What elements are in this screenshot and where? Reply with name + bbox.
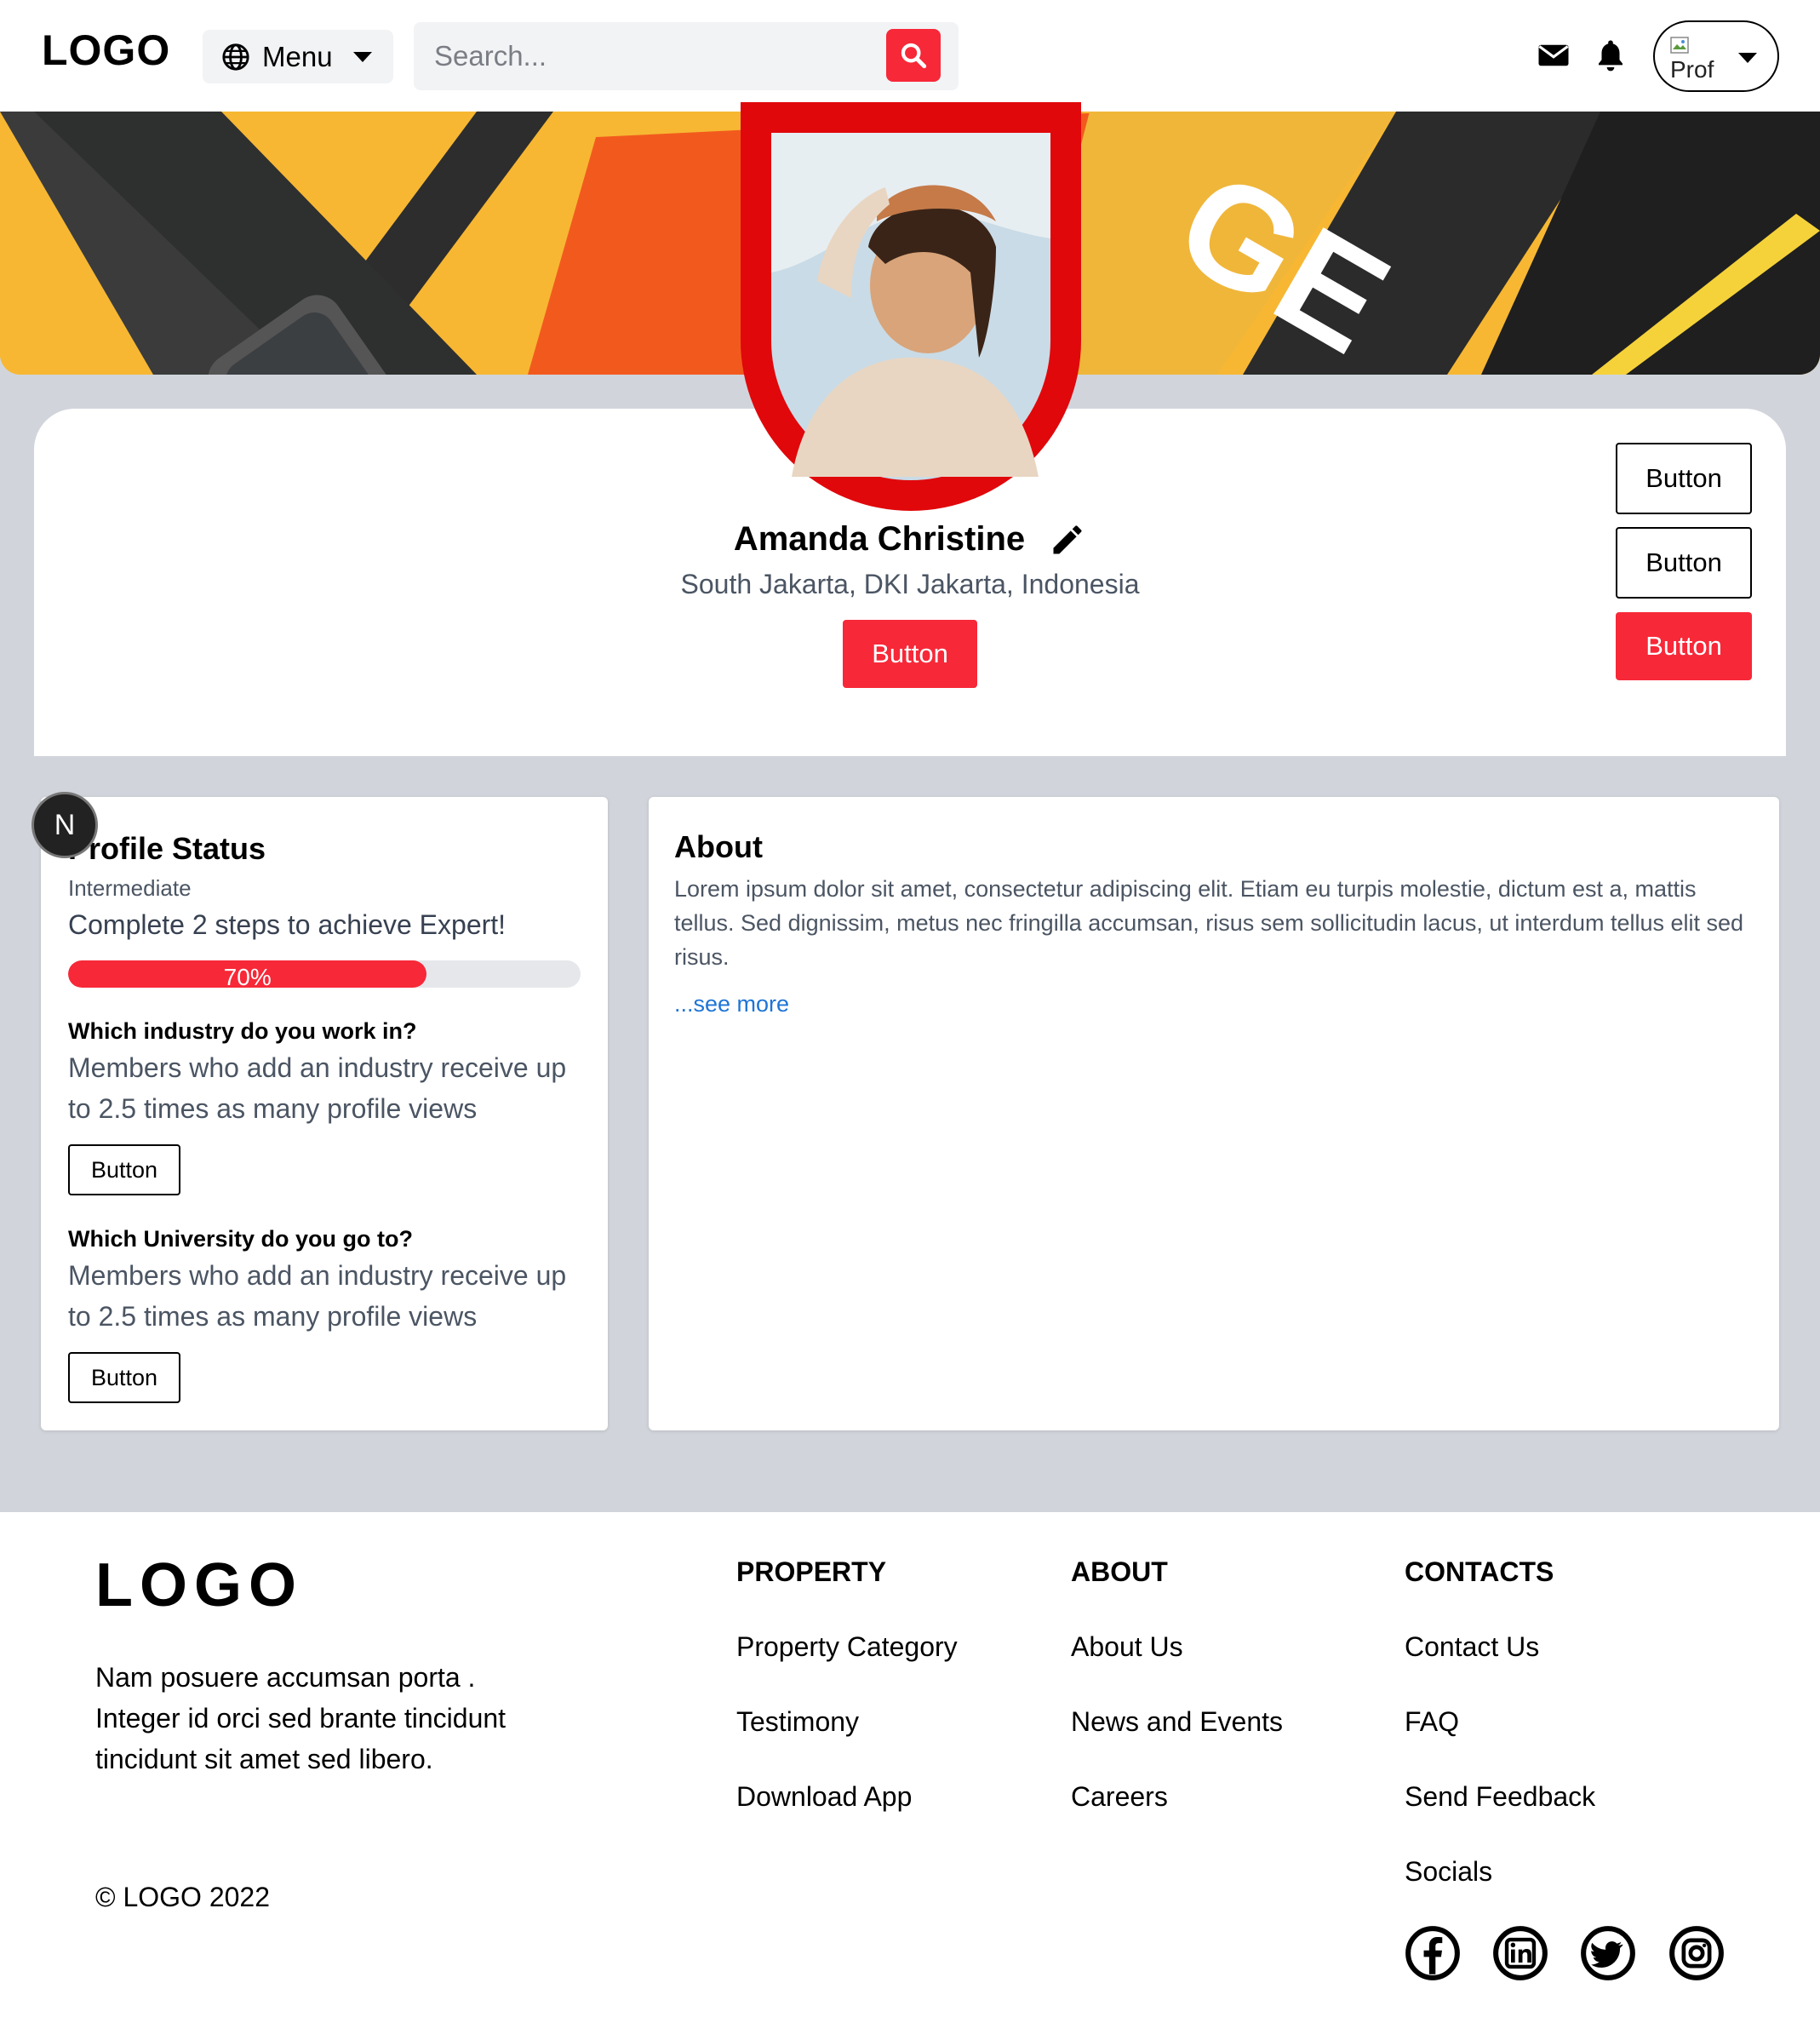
profile-side-button-3[interactable]: Button: [1616, 612, 1752, 680]
footer-link-contact-us[interactable]: Contact Us: [1405, 1631, 1539, 1663]
globe-icon: [222, 43, 249, 71]
twitter-icon[interactable]: [1580, 1925, 1636, 1981]
add-industry-button[interactable]: Button: [68, 1144, 180, 1195]
see-more-link[interactable]: ...see more: [674, 991, 789, 1017]
profile-side-button-1[interactable]: Button: [1616, 443, 1752, 514]
mail-icon[interactable]: [1536, 37, 1571, 73]
menu-button[interactable]: Menu: [203, 30, 393, 83]
facebook-icon[interactable]: [1405, 1925, 1461, 1981]
progress-label: 70%: [223, 964, 272, 988]
avatar-broken-image: Prof: [1670, 32, 1723, 82]
n-badge[interactable]: N: [31, 792, 98, 858]
add-university-button[interactable]: Button: [68, 1352, 180, 1403]
profile-avatar[interactable]: [741, 102, 1081, 511]
edit-pencil-icon[interactable]: [1049, 521, 1086, 559]
profile-location: South Jakarta, DKI Jakarta, Indonesia: [680, 569, 1140, 599]
profile-progress-bar: 70%: [68, 960, 581, 988]
menu-label: Menu: [262, 40, 333, 72]
footer: LOGO Nam posuere accumsan porta . Intege…: [0, 1512, 1820, 2023]
footer-col-title-contacts: CONTACTS: [1405, 1556, 1554, 1587]
site-logo[interactable]: LOGO: [42, 26, 170, 75]
status-title: Profile Status: [68, 831, 266, 866]
footer-socials-label: Socials: [1405, 1856, 1493, 1887]
profile-name: Amanda Christine: [733, 520, 1026, 558]
about-title: About: [674, 829, 763, 864]
footer-col-title-about: ABOUT: [1071, 1556, 1168, 1587]
bell-icon[interactable]: [1593, 37, 1628, 73]
footer-link-faq[interactable]: FAQ: [1405, 1706, 1459, 1738]
profile-side-button-2[interactable]: Button: [1616, 527, 1752, 599]
footer-logo[interactable]: LOGO: [95, 1550, 303, 1620]
progress-fill: 70%: [68, 960, 427, 988]
footer-link-careers[interactable]: Careers: [1071, 1781, 1168, 1813]
profile-status-card: Profile Status Intermediate Complete 2 s…: [41, 797, 608, 1430]
question-university-description: Members who add an industry receive up t…: [68, 1260, 567, 1332]
chevron-down-icon: [352, 51, 372, 62]
profile-menu-button[interactable]: Prof: [1653, 20, 1779, 92]
footer-col-title-property: PROPERTY: [736, 1556, 887, 1587]
profile-primary-button[interactable]: Button: [843, 620, 977, 688]
footer-link-testimony[interactable]: Testimony: [736, 1706, 859, 1738]
footer-copyright: © LOGO 2022: [95, 1882, 271, 1912]
instagram-icon[interactable]: [1668, 1925, 1725, 1981]
about-card: About Lorem ipsum dolor sit amet, consec…: [649, 797, 1779, 1430]
footer-link-about-us[interactable]: About Us: [1071, 1631, 1183, 1663]
linkedin-icon[interactable]: [1492, 1925, 1548, 1981]
status-level: Intermediate: [68, 875, 192, 901]
footer-link-send-feedback[interactable]: Send Feedback: [1405, 1781, 1595, 1813]
broken-image-icon: [1670, 37, 1689, 54]
footer-link-download-app[interactable]: Download App: [736, 1781, 912, 1813]
status-goal: Complete 2 steps to achieve Expert!: [68, 909, 507, 940]
profile-name-row: Amanda Christine: [0, 520, 1820, 559]
footer-link-property-category[interactable]: Property Category: [736, 1631, 958, 1663]
question-industry-description: Members who add an industry receive up t…: [68, 1052, 567, 1124]
chevron-down-icon: [1738, 53, 1757, 63]
top-navbar: LOGO Menu Search... Prof: [0, 0, 1820, 112]
about-text: Lorem ipsum dolor sit amet, consectetur …: [674, 876, 1744, 970]
search-button[interactable]: [886, 29, 941, 82]
search-icon: [901, 43, 927, 69]
search-input[interactable]: [434, 37, 860, 75]
question-industry: Which industry do you work in?: [68, 1018, 417, 1044]
footer-link-news-events[interactable]: News and Events: [1071, 1706, 1283, 1738]
footer-description: Nam posuere accumsan porta . Integer id …: [95, 1662, 507, 1774]
search-bar: [414, 22, 959, 90]
question-university: Which University do you go to?: [68, 1226, 413, 1252]
